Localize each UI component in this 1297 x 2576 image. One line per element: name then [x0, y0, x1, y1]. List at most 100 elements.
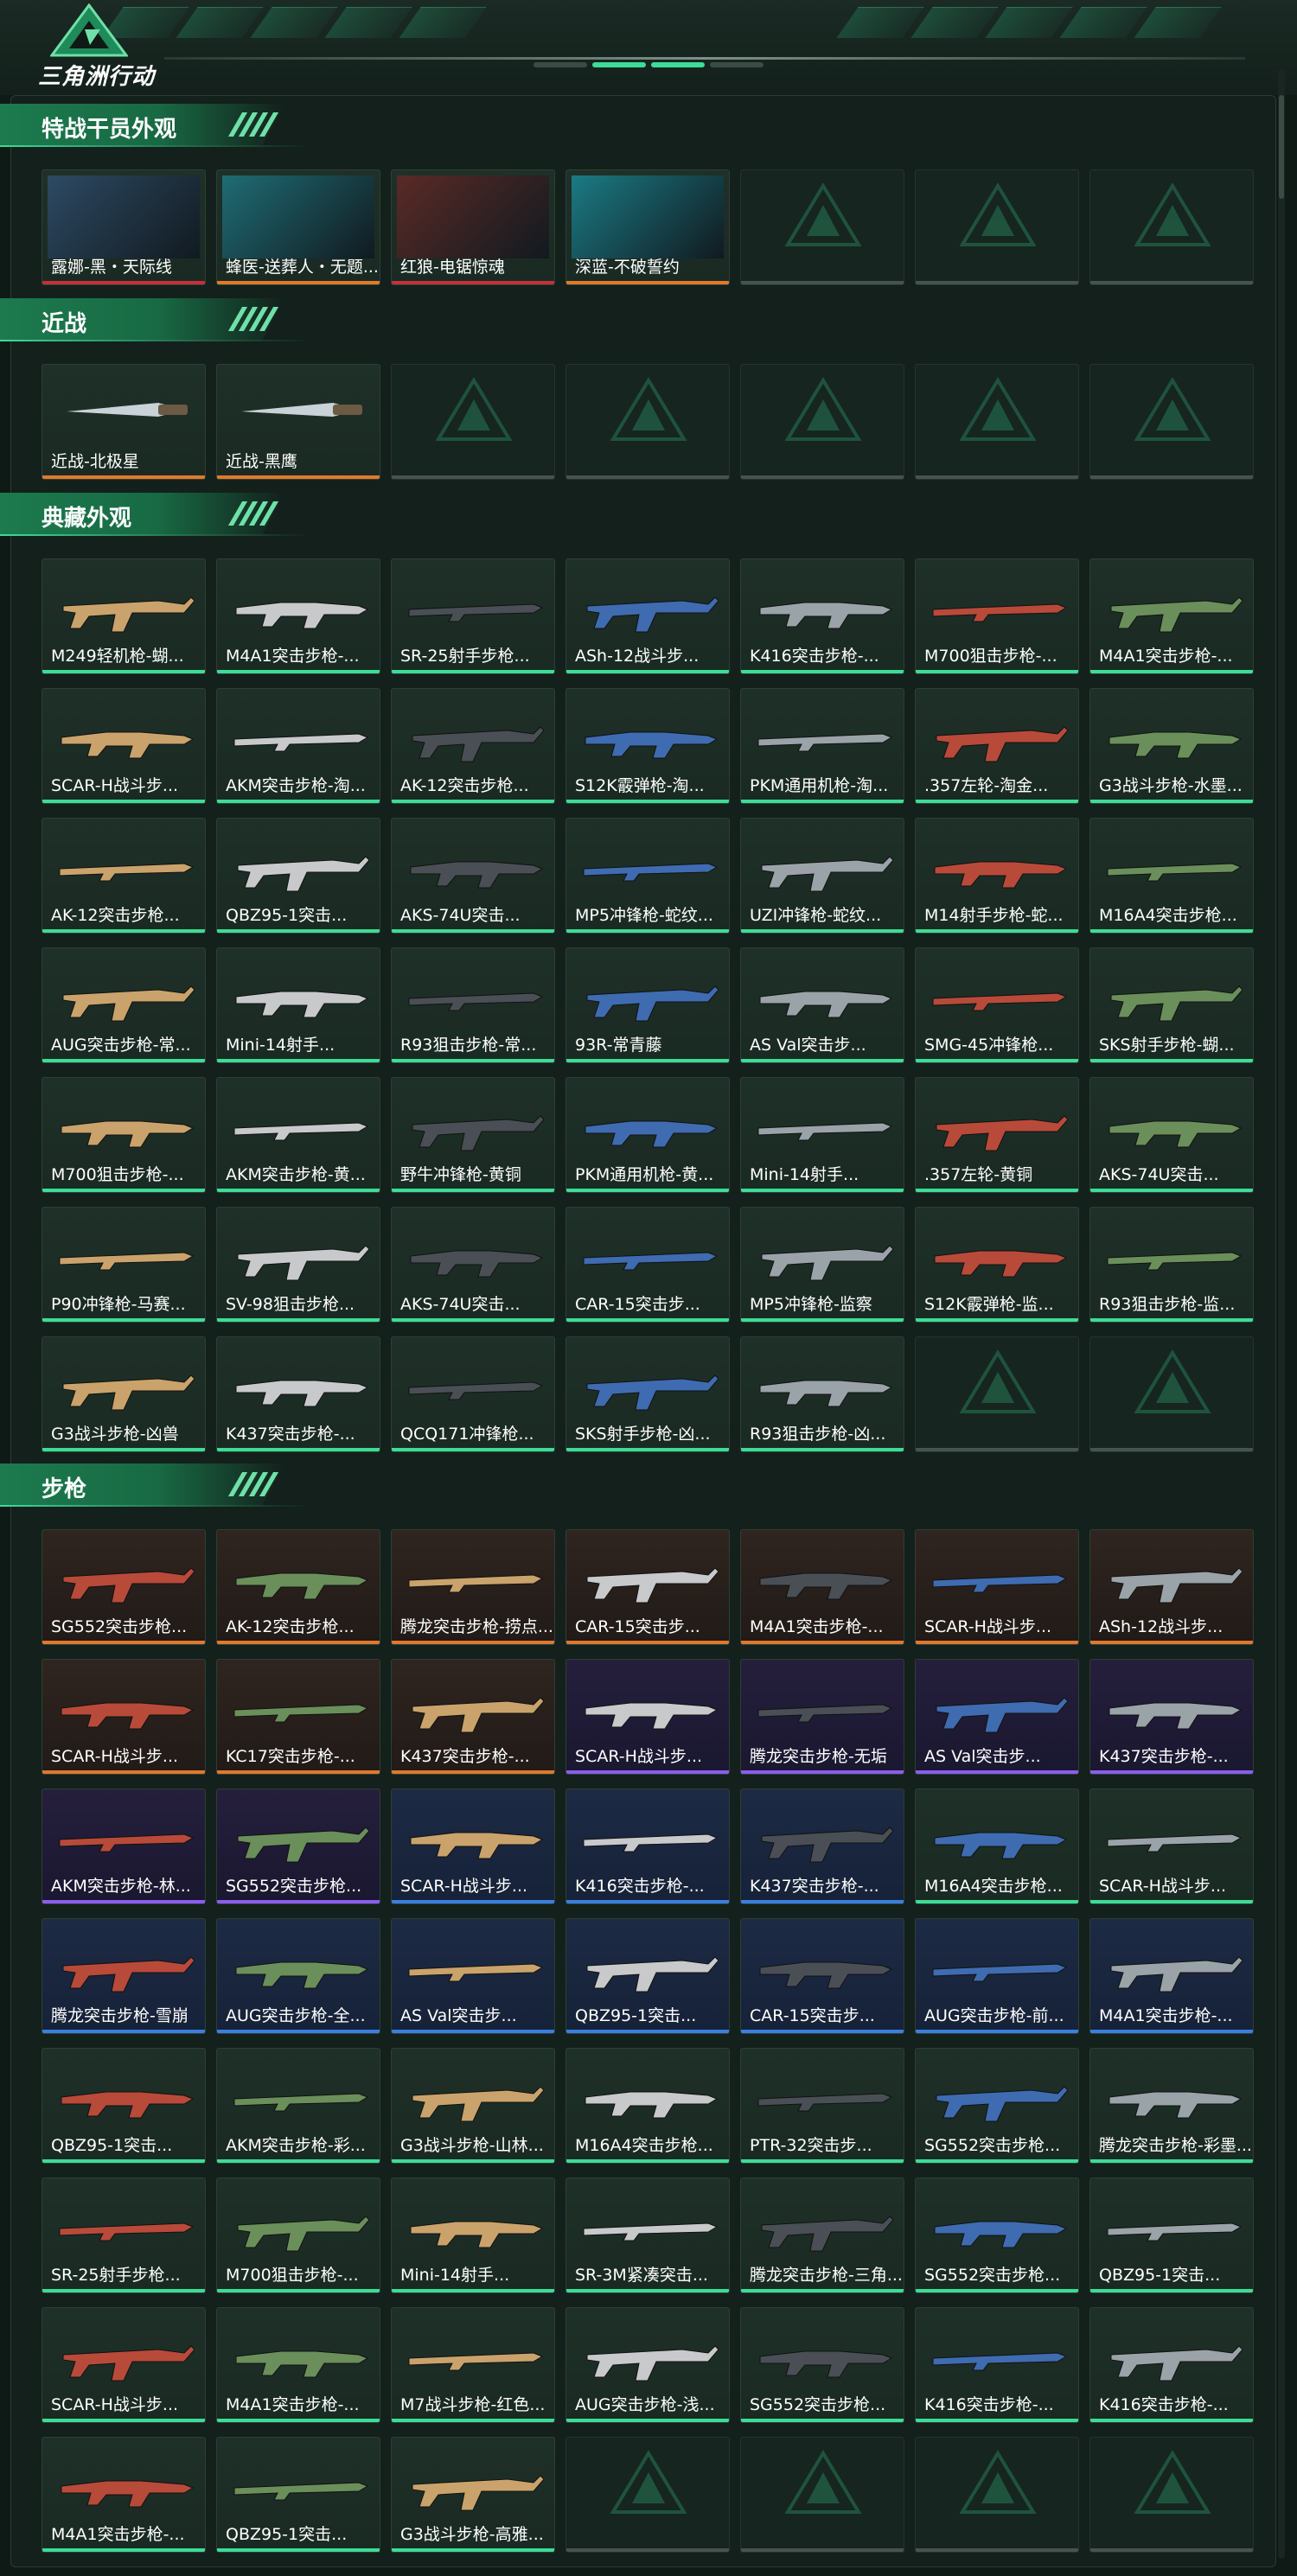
skin-card[interactable]: SG552突击步枪...	[42, 1529, 206, 1645]
skin-card[interactable]: PKM通用机枪-淘...	[740, 688, 904, 804]
skin-card[interactable]: CAR-15突击步...	[740, 1918, 904, 2034]
skin-card[interactable]: AS Val突击步...	[391, 1918, 555, 2034]
skin-card[interactable]: M4A1突击步枪-...	[216, 2307, 380, 2423]
skin-card[interactable]: SCAR-H战斗步...	[42, 688, 206, 804]
skin-card[interactable]: G3战斗步枪-高雅...	[391, 2437, 555, 2553]
skin-card[interactable]: M4A1突击步枪-...	[1089, 558, 1254, 674]
skin-card[interactable]: S12K霰弹枪-淘...	[565, 688, 730, 804]
skin-card[interactable]: SKS射手步枪-蝴...	[1089, 947, 1254, 1063]
skin-card[interactable]: PKM通用机枪-黄...	[565, 1077, 730, 1193]
skin-card[interactable]: QBZ95-1突击...	[1089, 2177, 1254, 2293]
skin-card[interactable]: CAR-15突击步...	[565, 1207, 730, 1323]
skin-card[interactable]: 腾龙突击步枪-捞点...	[391, 1529, 555, 1645]
skin-card[interactable]: M16A4突击步枪...	[915, 1789, 1079, 1904]
skin-card[interactable]: M700狙击步枪-...	[216, 2177, 380, 2293]
skin-card[interactable]: SCAR-H战斗步...	[915, 1529, 1079, 1645]
skin-card[interactable]: M4A1突击步枪-...	[1089, 1918, 1254, 2034]
skin-card[interactable]: G3战斗步枪-水墨...	[1089, 688, 1254, 804]
skin-card[interactable]: 腾龙突击步枪-三角...	[740, 2177, 904, 2293]
skin-card[interactable]: AKS-74U突击...	[391, 1207, 555, 1323]
skin-card[interactable]: 蜂医-送葬人・无题...	[216, 169, 380, 285]
skin-card[interactable]: P90冲锋枪-马赛...	[42, 1207, 206, 1323]
skin-card[interactable]: G3战斗步枪-凶兽	[42, 1336, 206, 1452]
skin-card[interactable]: AKM突击步枪-彩...	[216, 2048, 380, 2164]
skin-card[interactable]: R93狙击步枪-凶...	[740, 1336, 904, 1452]
skin-card[interactable]: Mini-14射手...	[216, 947, 380, 1063]
skin-card[interactable]: R93狙击步枪-监...	[1089, 1207, 1254, 1323]
skin-card[interactable]: M14射手步枪-蛇...	[915, 818, 1079, 934]
skin-card[interactable]: CAR-15突击步...	[565, 1529, 730, 1645]
skin-card[interactable]: G3战斗步枪-山林...	[391, 2048, 555, 2164]
skin-card[interactable]: SG552突击步枪...	[740, 2307, 904, 2423]
skin-card[interactable]: Mini-14射手...	[740, 1077, 904, 1193]
skin-card[interactable]: AS Val突击步...	[915, 1659, 1079, 1775]
skin-card[interactable]: QBZ95-1突击...	[42, 2048, 206, 2164]
skin-card[interactable]: SG552突击步枪...	[915, 2177, 1079, 2293]
skin-card[interactable]: SR-25射手步枪...	[42, 2177, 206, 2293]
skin-card[interactable]: AUG突击步枪-前...	[915, 1918, 1079, 2034]
skin-card[interactable]: S12K霰弹枪-监...	[915, 1207, 1079, 1323]
skin-card[interactable]: MP5冲锋枪-蛇纹...	[565, 818, 730, 934]
skin-card[interactable]: AK-12突击步枪...	[42, 818, 206, 934]
skin-card[interactable]: M4A1突击步枪-...	[216, 558, 380, 674]
skin-card[interactable]: SCAR-H战斗步...	[1089, 1789, 1254, 1904]
skin-card[interactable]: M249轻机枪-蝴...	[42, 558, 206, 674]
skin-card[interactable]: K416突击步枪-...	[915, 2307, 1079, 2423]
skin-card[interactable]: MP5冲锋枪-监察	[740, 1207, 904, 1323]
skin-card[interactable]: 腾龙突击步枪-无垢	[740, 1659, 904, 1775]
skin-card[interactable]: AK-12突击步枪...	[391, 688, 555, 804]
skin-card[interactable]: 野牛冲锋枪-黄铜	[391, 1077, 555, 1193]
skin-card[interactable]: M4A1突击步枪-...	[42, 2437, 206, 2553]
skin-card[interactable]: AKM突击步枪-黄...	[216, 1077, 380, 1193]
skin-card[interactable]: QCQ171冲锋枪...	[391, 1336, 555, 1452]
skin-card[interactable]: K437突击步枪-...	[391, 1659, 555, 1775]
skin-card[interactable]: UZI冲锋枪-蛇纹...	[740, 818, 904, 934]
skin-card[interactable]: 红狼-电锯惊魂	[391, 169, 555, 285]
scrollbar-thumb[interactable]	[1279, 95, 1284, 199]
skin-card[interactable]: M700狙击步枪-...	[42, 1077, 206, 1193]
skin-card[interactable]: SG552突击步枪...	[915, 2048, 1079, 2164]
skin-card[interactable]: QBZ95-1突击...	[216, 818, 380, 934]
skin-card[interactable]: AUG突击步枪-常...	[42, 947, 206, 1063]
skin-card[interactable]: AKM突击步枪-淘...	[216, 688, 380, 804]
scrollbar[interactable]	[1278, 69, 1285, 2559]
skin-card[interactable]: K437突击步枪-...	[1089, 1659, 1254, 1775]
skin-card[interactable]: M16A4突击步枪...	[1089, 818, 1254, 934]
skin-card[interactable]: .357左轮-淘金...	[915, 688, 1079, 804]
skin-card[interactable]: SV-98狙击步枪...	[216, 1207, 380, 1323]
skin-card[interactable]: QBZ95-1突击...	[216, 2437, 380, 2553]
skin-card[interactable]: SCAR-H战斗步...	[391, 1789, 555, 1904]
skin-card[interactable]: Mini-14射手...	[391, 2177, 555, 2293]
skin-card[interactable]: PTR-32突击步...	[740, 2048, 904, 2164]
skin-card[interactable]: M4A1突击步枪-...	[740, 1529, 904, 1645]
skin-card[interactable]: M7战斗步枪-红色...	[391, 2307, 555, 2423]
skin-card[interactable]: KC17突击步枪-...	[216, 1659, 380, 1775]
skin-card[interactable]: 近战-黑鹰	[216, 364, 380, 480]
skin-card[interactable]: 93R-常青藤	[565, 947, 730, 1063]
skin-card[interactable]: R93狙击步枪-常...	[391, 947, 555, 1063]
skin-card[interactable]: SKS射手步枪-凶...	[565, 1336, 730, 1452]
skin-card[interactable]: AS Val突击步...	[740, 947, 904, 1063]
skin-card[interactable]: ASh-12战斗步...	[565, 558, 730, 674]
skin-card[interactable]: K416突击步枪-...	[1089, 2307, 1254, 2423]
skin-card[interactable]: AUG突击步枪-全...	[216, 1918, 380, 2034]
skin-card[interactable]: SCAR-H战斗步...	[42, 2307, 206, 2423]
skin-card[interactable]: SMG-45冲锋枪...	[915, 947, 1079, 1063]
skin-card[interactable]: AUG突击步枪-浅...	[565, 2307, 730, 2423]
skin-card[interactable]: AKM突击步枪-林...	[42, 1789, 206, 1904]
skin-card[interactable]: AK-12突击步枪...	[216, 1529, 380, 1645]
skin-card[interactable]: AKS-74U突击...	[1089, 1077, 1254, 1193]
skin-card[interactable]: SCAR-H战斗步...	[565, 1659, 730, 1775]
skin-card[interactable]: K437突击步枪-...	[216, 1336, 380, 1452]
skin-card[interactable]: K416突击步枪-...	[740, 558, 904, 674]
skin-card[interactable]: M700狙击步枪-...	[915, 558, 1079, 674]
skin-card[interactable]: K437突击步枪-...	[740, 1789, 904, 1904]
skin-card[interactable]: ASh-12战斗步...	[1089, 1529, 1254, 1645]
skin-card[interactable]: SCAR-H战斗步...	[42, 1659, 206, 1775]
skin-card[interactable]: 腾龙突击步枪-彩墨...	[1089, 2048, 1254, 2164]
skin-card[interactable]: M16A4突击步枪...	[565, 2048, 730, 2164]
skin-card[interactable]: 深蓝-不破誓约	[565, 169, 730, 285]
skin-card[interactable]: 露娜-黑・天际线	[42, 169, 206, 285]
skin-card[interactable]: SG552突击步枪...	[216, 1789, 380, 1904]
skin-card[interactable]: 近战-北极星	[42, 364, 206, 480]
